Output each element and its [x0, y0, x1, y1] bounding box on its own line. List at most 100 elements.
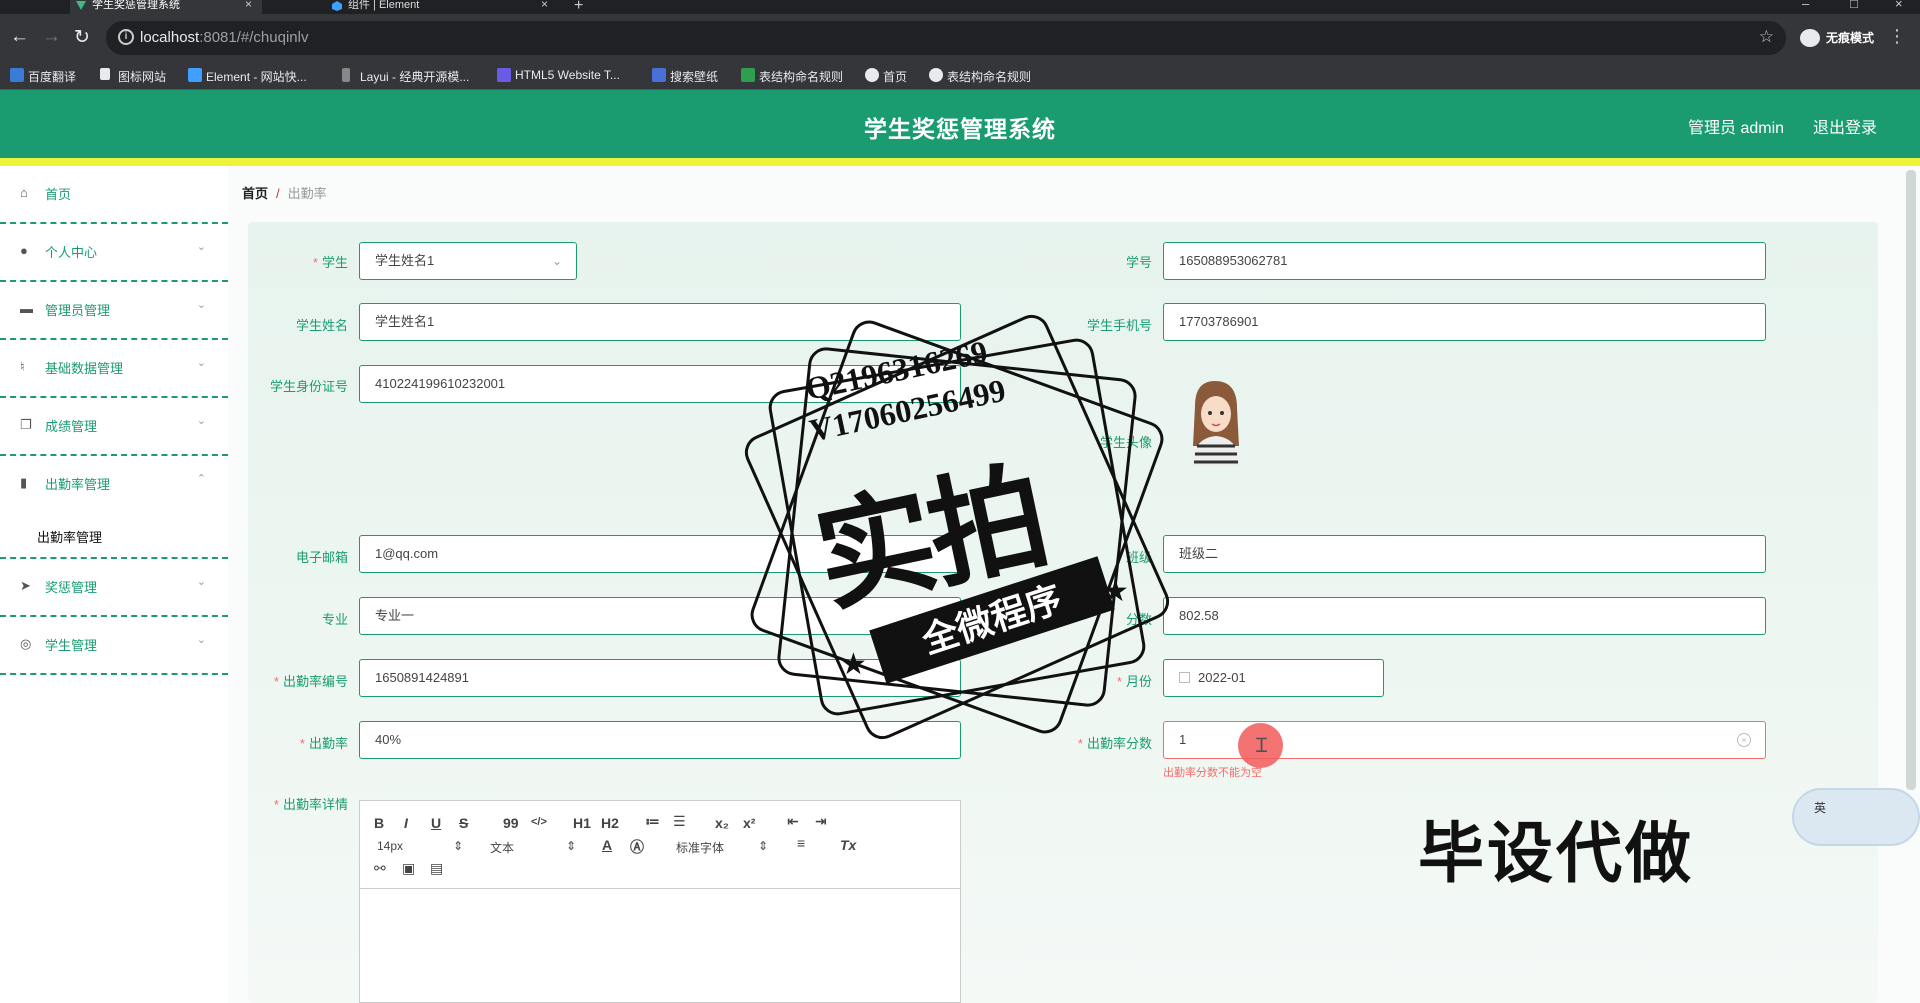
bookmark[interactable]: Layui - 经典开源模... [342, 68, 469, 85]
student-no-field[interactable]: 165088953062781 [1163, 242, 1766, 280]
font-family-select[interactable]: 标准字体 [676, 839, 724, 856]
chevron-down-icon: ⌄ [196, 634, 206, 646]
ordered-list-icon[interactable]: ≔ [645, 813, 660, 830]
class-field[interactable]: 班级二 [1163, 535, 1766, 573]
profile-label: 无痕模式 [1826, 31, 1875, 45]
font-color-icon[interactable]: A [602, 837, 612, 853]
chevron-down-icon: ⌄ [196, 357, 206, 369]
browser-tab[interactable]: 组件 | Element × [326, 0, 558, 14]
blockquote-button[interactable]: 99 [503, 815, 519, 831]
copy-icon: ❐ [20, 417, 32, 432]
translate-icon [10, 68, 24, 82]
logout-link[interactable]: 退出登录 [1813, 114, 1877, 138]
chevron-down-icon: ⌄ [196, 576, 206, 588]
app-header: 学生奖惩管理系统 管理员 admin 退出登录 [0, 90, 1920, 158]
sidebar-item-label: 管理员管理 [45, 303, 111, 318]
sidebar-item-home[interactable]: ⌂ 首页 [0, 166, 228, 224]
close-tab-icon[interactable]: × [541, 0, 548, 10]
rich-text-editor[interactable]: B I U S 99 </> H1 H2 ≔ ☰ x₂ x² ⇤ ⇥ 14px … [359, 800, 961, 1003]
sidebar-item-personal-center[interactable]: ● 个人中心 ⌄ [0, 224, 228, 282]
sidebar-item-label: 个人中心 [45, 245, 98, 260]
vue-icon [76, 1, 86, 11]
bookmark[interactable]: 图标网站 [100, 68, 166, 85]
sidebar-item-label: 基础数据管理 [45, 361, 124, 376]
rate-score-error: 出勤率分数不能为空 [1163, 767, 1262, 779]
clear-format-button[interactable]: Tx [840, 837, 856, 853]
sidebar-subitem-attendance[interactable]: 出勤率管理 [0, 509, 228, 559]
score-field[interactable]: 802.58 [1163, 597, 1766, 635]
app-title: 学生奖惩管理系统 [864, 116, 1056, 142]
address-bar[interactable]: i localhost:8081/#/chuqinlv ☆ [106, 21, 1786, 55]
sidebar-item-attendance[interactable]: ▮ 出勤率管理 ⌃ [0, 456, 228, 514]
image-icon[interactable]: ▣ [402, 860, 415, 877]
bookmark[interactable]: 搜索壁纸 [652, 68, 718, 85]
block-format-select[interactable]: 文本 [490, 839, 514, 856]
browser-tabstrip: 学生奖惩管理系统 × 组件 | Element × + – □ × [0, 0, 1920, 14]
font-size-select[interactable]: 14px [377, 839, 403, 853]
bookmark-star-icon[interactable]: ☆ [1759, 27, 1774, 47]
h1-button[interactable]: H1 [573, 815, 591, 831]
browser-menu-icon[interactable]: ⋮ [1888, 26, 1906, 47]
browser-toolbar: ← → ↻ i localhost:8081/#/chuqinlv ☆ 无痕模式… [0, 14, 1920, 62]
chevron-down-icon: ⌄ [196, 299, 206, 311]
bullet-list-icon[interactable]: ☰ [673, 813, 686, 830]
accent-bar [0, 158, 1920, 166]
student-avatar[interactable] [1185, 376, 1245, 466]
chevron-down-icon: ⌄ [196, 241, 206, 253]
bookmark[interactable]: 表结构命名规则 [741, 68, 843, 85]
layui-icon [342, 68, 350, 82]
star-icon: ★ [1102, 575, 1129, 608]
bookmark[interactable]: 百度翻译 [10, 68, 76, 85]
incognito-badge[interactable]: 无痕模式 [1792, 23, 1886, 53]
align-icon[interactable]: ≡ [797, 835, 805, 851]
reload-icon[interactable]: ↻ [74, 26, 90, 49]
clear-icon[interactable]: × [1737, 733, 1751, 747]
sidebar-item-rewards[interactable]: ➤ 奖惩管理 ⌄ [0, 559, 228, 617]
bookmarks-bar: 百度翻译 图标网站 Element - 网站快... Layui - 经典开源模… [0, 62, 1920, 90]
bold-button[interactable]: B [374, 815, 384, 831]
bookmark[interactable]: HTML5 Website T... [497, 68, 620, 82]
info-icon[interactable]: i [118, 29, 134, 45]
minimize-icon[interactable]: – [1802, 0, 1809, 11]
editor-toolbar: B I U S 99 </> H1 H2 ≔ ☰ x₂ x² ⇤ ⇥ 14px … [360, 801, 960, 889]
italic-button[interactable]: I [404, 815, 408, 831]
watermark-ad: 毕设代做 [1418, 816, 1694, 890]
new-tab-icon[interactable]: + [574, 0, 583, 15]
underline-button[interactable]: U [431, 815, 441, 831]
superscript-button[interactable]: x² [743, 815, 755, 831]
outdent-icon[interactable]: ⇤ [787, 813, 799, 830]
sidebar-item-students[interactable]: ◎ 学生管理 ⌄ [0, 617, 228, 675]
sidebar-item-grades[interactable]: ❐ 成绩管理 ⌄ [0, 398, 228, 456]
close-window-icon[interactable]: × [1895, 0, 1903, 11]
scrollbar[interactable] [1906, 170, 1916, 790]
chat-icon: ▬ [20, 301, 33, 316]
background-color-icon[interactable]: Ⓐ [630, 837, 644, 857]
student-select[interactable]: 学生姓名1 ⌄ [359, 242, 577, 280]
email-label: 电子邮箱 [295, 550, 348, 565]
student-label: * 学生 [312, 255, 348, 270]
close-tab-icon[interactable]: × [245, 0, 252, 10]
ime-widget[interactable]: 英 [1792, 788, 1920, 846]
link-icon[interactable]: ⚯ [374, 860, 386, 877]
back-icon[interactable]: ← [10, 26, 29, 48]
sidebar-item-label: 奖惩管理 [45, 580, 98, 595]
student-name-label: 学生姓名 [295, 318, 348, 333]
maximize-icon[interactable]: □ [1850, 0, 1858, 11]
bookmark[interactable]: Element - 网站快... [188, 68, 307, 85]
code-button[interactable]: </> [531, 816, 547, 828]
strike-button[interactable]: S [459, 815, 468, 831]
phone-field[interactable]: 17703786901 [1163, 303, 1766, 341]
bookmark[interactable]: 首页 [865, 68, 907, 85]
breadcrumb-home[interactable]: 首页 [242, 186, 268, 201]
h2-button[interactable]: H2 [601, 815, 619, 831]
video-icon[interactable]: ▤ [430, 860, 443, 877]
bookmark[interactable]: 表结构命名规则 [929, 68, 1031, 85]
browser-tab-active[interactable]: 学生奖惩管理系统 × [70, 0, 262, 14]
html5-icon [497, 68, 511, 82]
indent-icon[interactable]: ⇥ [815, 813, 827, 830]
sidebar-item-admin-management[interactable]: ▬ 管理员管理 ⌄ [0, 282, 228, 340]
forward-icon[interactable]: → [42, 26, 61, 48]
month-picker[interactable]: 2022-01 [1163, 659, 1384, 697]
subscript-button[interactable]: x₂ [715, 815, 729, 831]
sidebar-item-basic-data[interactable]: ♮ 基础数据管理 ⌄ [0, 340, 228, 398]
